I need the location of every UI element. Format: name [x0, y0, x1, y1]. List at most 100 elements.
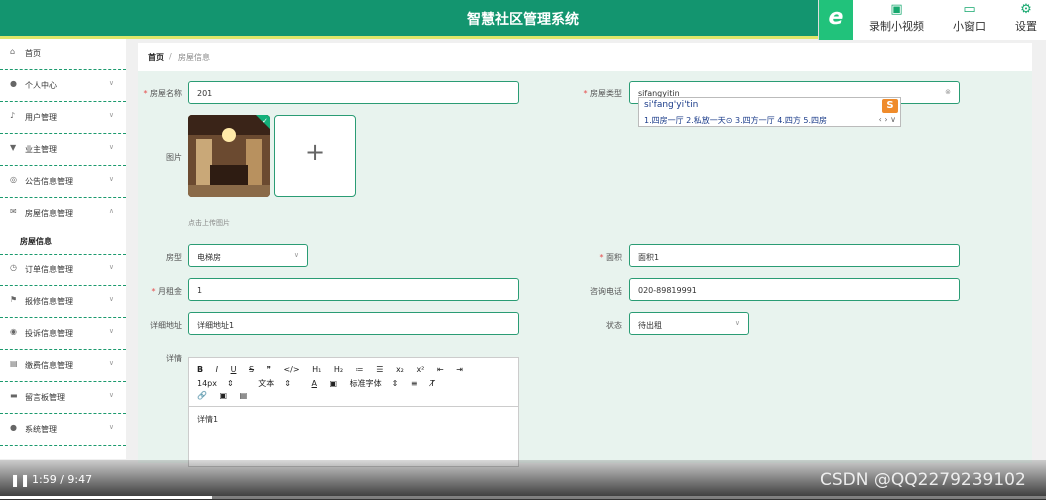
sidebar-item-repairs[interactable]: ⚑ 报修信息管理 ∨	[0, 287, 126, 318]
video-time: 1:59 / 9:47	[32, 473, 93, 486]
chevron-up-icon: ∧	[108, 207, 114, 215]
plus-icon: +	[304, 138, 326, 166]
sidebar-item-complaints[interactable]: ◉ 投诉信息管理 ∨	[0, 319, 126, 350]
chevron-down-icon: ∨	[108, 359, 114, 367]
font-color-icon[interactable]: A	[312, 379, 317, 388]
strike-icon[interactable]: S	[249, 365, 254, 374]
outdent-icon[interactable]: ⇤	[437, 365, 444, 374]
mail-icon: ✉	[10, 207, 17, 216]
upload-button[interactable]: +	[274, 115, 356, 197]
clear-format-icon[interactable]: T̸	[430, 379, 435, 388]
chevron-down-icon: ∨	[734, 319, 740, 327]
image-label: 图片	[166, 153, 182, 162]
rent-label: * 月租金	[151, 287, 182, 296]
font-size-select[interactable]: 14px	[197, 379, 217, 388]
editor-divider	[189, 406, 518, 407]
area-label: * 面积	[599, 253, 622, 262]
ordered-list-icon[interactable]: ≔	[356, 365, 364, 374]
recorder-logo: e	[819, 0, 853, 40]
code-icon[interactable]: </>	[283, 365, 299, 374]
layout-type-select[interactable]: 电梯房 ∨	[188, 244, 308, 267]
link-icon[interactable]: 🔗	[197, 391, 207, 400]
sidebar-subitem-house-info[interactable]: 房屋信息	[0, 227, 126, 253]
phone-label: 咨询电话	[590, 287, 622, 296]
sidebar-item-payments[interactable]: ▤ 缴费信息管理 ∨	[0, 351, 126, 382]
mic-icon: ♪	[10, 111, 16, 120]
underline-icon[interactable]: U	[231, 365, 237, 374]
font-family-select[interactable]: 标准字体	[350, 379, 382, 388]
video-progress-track[interactable]	[0, 496, 1046, 499]
settings-label: 设置	[1015, 20, 1037, 33]
sidebar-item-owners[interactable]: ▼ 业主管理 ∨	[0, 135, 126, 166]
clear-icon[interactable]: ⊗	[945, 88, 951, 96]
sidebar-item-system[interactable]: ● 系统管理 ∨	[0, 415, 126, 446]
phone-input[interactable]: 020-89819991	[629, 278, 960, 301]
settings-icon: ●	[10, 423, 17, 432]
bullet-list-icon[interactable]: ☰	[376, 365, 383, 374]
breadcrumb-current: 房屋信息	[178, 53, 210, 62]
chevron-down-icon: ∨	[108, 295, 114, 303]
owner-icon: ▼	[10, 143, 17, 152]
align-icon[interactable]: ≡	[411, 379, 418, 388]
svg-text:✓: ✓	[262, 117, 268, 125]
chevron-down-icon: ∨	[108, 327, 114, 335]
pause-icon[interactable]: ❚❚	[10, 473, 30, 487]
superscript-icon[interactable]: x²	[416, 365, 424, 374]
bold-icon[interactable]: B	[197, 365, 203, 374]
ime-logo-icon: S	[882, 99, 898, 113]
chevron-down-icon: ∨	[293, 251, 299, 259]
breadcrumb-home[interactable]: 首页	[148, 52, 164, 63]
chevron-down-icon: ⇕	[391, 379, 399, 388]
sidebar-item-orders[interactable]: ◷ 订单信息管理 ∨	[0, 254, 126, 286]
upload-hint: 点击上传图片	[188, 219, 230, 227]
house-name-label: * 房屋名称	[143, 89, 182, 98]
mini-window-button[interactable]: ▭ 小窗口	[953, 2, 986, 34]
status-select[interactable]: 待出租 ∨	[629, 312, 749, 335]
indent-icon[interactable]: ⇥	[456, 365, 463, 374]
quote-icon[interactable]: ❞	[267, 365, 271, 374]
rent-input[interactable]: 1	[188, 278, 519, 301]
house-name-input[interactable]: 201	[188, 81, 519, 104]
sidebar-item-users[interactable]: ♪ 用户管理 ∨	[0, 103, 126, 134]
chevron-down-icon: ∨	[108, 79, 114, 87]
watermark: CSDN @QQ2279239102	[820, 470, 1026, 490]
sidebar-item-profile[interactable]: ● 个人中心 ∨	[0, 71, 126, 102]
ime-pinyin: si'fang'yi'tin	[644, 100, 699, 110]
editor-toolbar-row1: B I U S ❞ </> H₁ H₂ ≔ ☰ x₂ x² ⇤ ⇥	[197, 365, 473, 374]
h2-icon[interactable]: H₂	[334, 365, 343, 374]
user-icon: ●	[10, 79, 17, 88]
ime-candidate-popup: si'fang'yi'tin S 1.四房一厅 2.私放一天⊙ 3.四方一厅 4…	[638, 97, 901, 127]
editor-toolbar-row3: 🔗 ▣ ▤	[197, 391, 257, 400]
home-icon: ⌂	[10, 47, 16, 56]
background-color-icon[interactable]: ▣	[330, 379, 338, 388]
ime-candidates[interactable]: 1.四房一厅 2.私放一天⊙ 3.四方一厅 4.四方 5.四房	[644, 115, 827, 126]
message-icon: ▬	[10, 391, 18, 400]
record-video-button[interactable]: ▣ 录制小视频	[869, 2, 924, 34]
house-type-label: * 房屋类型	[583, 89, 622, 98]
order-icon: ◷	[10, 263, 17, 272]
subscript-icon[interactable]: x₂	[396, 365, 404, 374]
record-video-label: 录制小视频	[869, 20, 924, 33]
house-photo: ✓	[188, 115, 270, 197]
settings-button[interactable]: ⚙ 设置	[1015, 2, 1037, 34]
breadcrumb: 首页 / 房屋信息	[138, 43, 1032, 71]
area-input[interactable]: 面积1	[629, 244, 960, 267]
italic-icon[interactable]: I	[216, 365, 218, 374]
house-photo-image: ✓	[188, 115, 270, 197]
gear-icon: ⚙	[1020, 2, 1032, 17]
image-icon[interactable]: ▣	[220, 391, 228, 400]
editor-content[interactable]: 详情1	[197, 414, 218, 425]
h1-icon[interactable]: H₁	[312, 365, 321, 374]
editor-toolbar-row2: 14px ⇕ 文本 ⇕ A ▣ 标准字体 ⇕ ≡ T̸	[197, 378, 445, 389]
breadcrumb-sep: /	[169, 52, 172, 61]
text-style-select[interactable]: 文本	[258, 379, 274, 388]
sidebar-item-messages[interactable]: ▬ 留言板管理 ∨	[0, 383, 126, 414]
address-input[interactable]: 详细地址1	[188, 312, 519, 335]
sidebar-item-notices[interactable]: ◎ 公告信息管理 ∨	[0, 167, 126, 198]
sidebar-item-home[interactable]: ⌂ 首页	[0, 39, 126, 70]
video-camera-icon: ▣	[890, 2, 903, 17]
chevron-down-icon: ∨	[108, 423, 114, 431]
sidebar-item-houses[interactable]: ✉ 房屋信息管理 ∧	[0, 199, 126, 230]
video-icon[interactable]: ▤	[240, 391, 248, 400]
ime-page-nav[interactable]: ‹ › ∨	[879, 115, 896, 124]
